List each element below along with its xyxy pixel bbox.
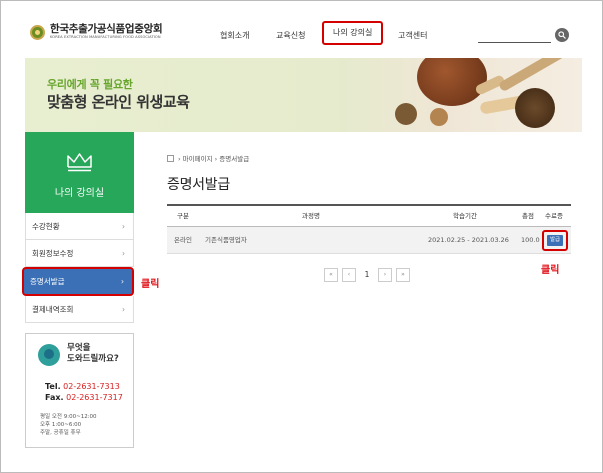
chevron-right-icon: › bbox=[122, 249, 125, 258]
sidebar-item-label: 증명서발급 bbox=[30, 277, 65, 286]
help-box: 무엇을 도와드릴까요? Tel. 02-2631-7313 Fax. 02-26… bbox=[25, 333, 134, 448]
sidebar-title: 나의 강의실 bbox=[54, 188, 105, 199]
issue-certificate-button[interactable]: 발급 bbox=[547, 235, 563, 246]
hero-banner: 우리에게 꼭 필요한 맞춤형 온라인 위생교육 bbox=[25, 58, 582, 132]
cell-course: 기존식품영업자 bbox=[205, 236, 247, 244]
sidebar-item-certificate[interactable]: 증명서발급 › bbox=[22, 267, 134, 296]
column-header-score: 총점 bbox=[522, 212, 534, 220]
search-input[interactable] bbox=[478, 42, 551, 43]
chevron-right-icon: › bbox=[122, 305, 125, 314]
issue-button-highlight: 발급 bbox=[542, 230, 568, 251]
association-emblem-icon bbox=[30, 24, 45, 40]
fax-number: 02-2631-7317 bbox=[66, 393, 123, 402]
breadcrumb: › 마이페이지 › 증명서발급 bbox=[167, 153, 249, 163]
page-number-current[interactable]: 1 bbox=[360, 268, 374, 282]
sidebar-item-label: 결제내역조회 bbox=[32, 305, 74, 314]
help-question: 무엇을 도와드릴까요? bbox=[67, 343, 119, 364]
logo-subtitle: KOREA EXTRACTION MANUFACTURING FOOD ASSO… bbox=[50, 35, 161, 39]
herb-image bbox=[430, 108, 448, 126]
sidebar-item-payment-history[interactable]: 결제내역조회 › bbox=[25, 296, 134, 323]
banner-headline: 맞춤형 온라인 위생교육 bbox=[47, 93, 190, 111]
cell-score: 100.0 bbox=[521, 236, 540, 244]
sidebar-item-enrollment-status[interactable]: 수강현황 › bbox=[25, 213, 134, 240]
nav-about[interactable]: 협회소개 bbox=[220, 24, 249, 48]
herb-image bbox=[395, 103, 417, 125]
table-row: 온라인 기존식품영업자 2021.02.25 - 2021.03.26 100.… bbox=[167, 227, 571, 254]
herb-image bbox=[515, 88, 555, 128]
herb-image bbox=[417, 58, 487, 106]
help-hours: 평일 오전 9:00~12:00 오후 1:00~6:00 주말, 공휴일 휴무 bbox=[40, 414, 97, 436]
click-annotation-sidebar: 클릭 bbox=[141, 279, 160, 290]
sidebar-header: 나의 강의실 bbox=[25, 132, 134, 213]
page-last-button[interactable]: » bbox=[396, 268, 410, 282]
search-button[interactable] bbox=[555, 28, 569, 42]
banner-tagline: 우리에게 꼭 필요한 bbox=[47, 78, 133, 91]
page-first-button[interactable]: « bbox=[324, 268, 338, 282]
tel-number: 02-2631-7313 bbox=[63, 382, 120, 391]
crown-icon bbox=[67, 153, 92, 172]
page-prev-button[interactable]: ‹ bbox=[342, 268, 356, 282]
column-header-course: 과정명 bbox=[302, 212, 320, 220]
search-icon bbox=[558, 31, 566, 39]
home-icon[interactable] bbox=[167, 155, 174, 162]
logo-title: 한국추출가공식품업중앙회 bbox=[50, 23, 163, 35]
headset-icon bbox=[38, 344, 60, 366]
table-header: 구분 과정명 학습기간 총점 수료증 bbox=[167, 204, 571, 227]
cell-period: 2021.02.25 - 2021.03.26 bbox=[428, 236, 509, 244]
sidebar-item-edit-profile[interactable]: 회원정보수정 › bbox=[25, 240, 134, 267]
chevron-right-icon: › bbox=[122, 222, 125, 231]
column-header-period: 학습기간 bbox=[453, 212, 477, 220]
click-annotation-issue: 클릭 bbox=[541, 265, 560, 276]
certificate-table: 구분 과정명 학습기간 총점 수료증 온라인 기존식품영업자 2021.02.2… bbox=[167, 204, 571, 254]
column-header-certificate: 수료증 bbox=[545, 212, 563, 220]
sidebar-menu: 수강현황 › 회원정보수정 › 증명서발급 › 결제내역조회 › bbox=[22, 213, 134, 323]
page-next-button[interactable]: › bbox=[378, 268, 392, 282]
site-logo[interactable]: 한국추출가공식품업중앙회 KOREA EXTRACTION MANUFACTUR… bbox=[30, 23, 163, 40]
site-header: 한국추출가공식품업중앙회 KOREA EXTRACTION MANUFACTUR… bbox=[0, 0, 603, 58]
page-title: 증명서발급 bbox=[167, 177, 230, 193]
column-header-type: 구분 bbox=[177, 212, 189, 220]
nav-course-apply[interactable]: 교육신청 bbox=[276, 24, 305, 48]
cell-type: 온라인 bbox=[174, 236, 192, 244]
nav-customer-center[interactable]: 고객센터 bbox=[398, 24, 427, 48]
pagination: « ‹ 1 › » bbox=[324, 268, 414, 282]
sidebar-item-label: 회원정보수정 bbox=[32, 249, 74, 258]
chevron-right-icon: › bbox=[121, 277, 124, 286]
sidebar-item-label: 수강현황 bbox=[32, 222, 60, 231]
nav-my-classroom[interactable]: 나의 강의실 bbox=[322, 21, 384, 45]
help-contact: Tel. 02-2631-7313 Fax. 02-2631-7317 bbox=[45, 382, 123, 402]
